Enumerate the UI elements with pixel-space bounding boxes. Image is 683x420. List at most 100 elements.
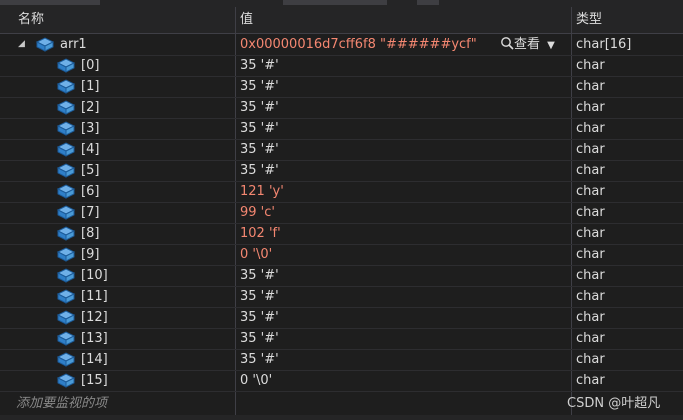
element-value[interactable]: 35 '#' — [240, 97, 279, 118]
array-element-icon — [56, 205, 76, 220]
element-type: char — [576, 184, 605, 199]
element-index: [13] — [81, 331, 108, 346]
tab-fragment[interactable] — [417, 0, 439, 5]
column-header: 名称 值 类型 — [0, 7, 683, 34]
element-index: [14] — [81, 352, 108, 367]
element-value[interactable]: 35 '#' — [240, 160, 279, 181]
element-index: [10] — [81, 268, 108, 283]
view-visualizer-label: 查看 — [514, 37, 541, 52]
element-type: char — [576, 268, 605, 283]
element-type: char — [576, 163, 605, 178]
watch-window: 名称 值 类型 ◢ arr1 0x00000016d7cff6f8 "#####… — [0, 7, 683, 420]
element-type: char — [576, 100, 605, 115]
element-index: [0] — [81, 58, 100, 73]
element-index: [3] — [81, 121, 100, 136]
watch-row-element[interactable]: [0] 35 '#' char — [0, 55, 683, 77]
tab-fragment[interactable] — [283, 0, 387, 5]
watch-row-element[interactable]: [2] 35 '#' char — [0, 97, 683, 119]
tab-fragment[interactable] — [0, 0, 100, 5]
array-element-icon — [56, 58, 76, 73]
element-index: [5] — [81, 163, 100, 178]
element-value[interactable]: 0 '\0' — [240, 370, 272, 391]
element-index: [12] — [81, 310, 108, 325]
element-value[interactable]: 35 '#' — [240, 328, 279, 349]
horizontal-scrollbar[interactable] — [0, 415, 683, 420]
watch-row-element[interactable]: [7] 99 'c' char — [0, 202, 683, 224]
element-value[interactable]: 121 'y' — [240, 181, 284, 202]
watch-row-element[interactable]: [3] 35 '#' char — [0, 118, 683, 140]
element-value[interactable]: 35 '#' — [240, 286, 279, 307]
watch-row-element[interactable]: [13] 35 '#' char — [0, 328, 683, 350]
element-index: [11] — [81, 289, 108, 304]
array-element-icon — [56, 142, 76, 157]
element-type: char — [576, 142, 605, 157]
array-element-icon — [56, 247, 76, 262]
element-type: char — [576, 289, 605, 304]
element-type: char — [576, 58, 605, 73]
variable-icon — [35, 37, 55, 52]
watch-row-element[interactable]: [10] 35 '#' char — [0, 265, 683, 287]
view-visualizer-button[interactable]: 查看 ▼ — [500, 34, 555, 55]
array-element-icon — [56, 163, 76, 178]
variable-type: char[16] — [576, 37, 632, 52]
element-type: char — [576, 205, 605, 220]
watch-row-element[interactable]: [11] 35 '#' char — [0, 286, 683, 308]
watch-row-element[interactable]: [5] 35 '#' char — [0, 160, 683, 182]
top-tab-strip — [0, 0, 683, 7]
watch-row-element[interactable]: [8] 102 'f' char — [0, 223, 683, 245]
element-value[interactable]: 99 'c' — [240, 202, 275, 223]
element-type: char — [576, 121, 605, 136]
element-type: char — [576, 373, 605, 388]
array-element-icon — [56, 331, 76, 346]
watermark: CSDN @叶超凡 — [567, 396, 661, 411]
element-value[interactable]: 102 'f' — [240, 223, 281, 244]
column-header-type[interactable]: 类型 — [576, 7, 602, 33]
element-value[interactable]: 35 '#' — [240, 349, 279, 370]
element-index: [6] — [81, 184, 100, 199]
element-value[interactable]: 35 '#' — [240, 139, 279, 160]
collapse-arrow-icon[interactable]: ◢ — [18, 34, 28, 55]
element-index: [8] — [81, 226, 100, 241]
element-type: char — [576, 226, 605, 241]
chevron-down-icon: ▼ — [547, 40, 555, 51]
array-element-icon — [56, 268, 76, 283]
watch-row-element[interactable]: [9] 0 '\0' char — [0, 244, 683, 266]
element-index: [7] — [81, 205, 100, 220]
column-header-name[interactable]: 名称 — [18, 7, 44, 33]
watch-row-element[interactable]: [15] 0 '\0' char — [0, 370, 683, 392]
element-index: [15] — [81, 373, 108, 388]
watch-row-element[interactable]: [1] 35 '#' char — [0, 76, 683, 98]
element-type: char — [576, 352, 605, 367]
variable-name: arr1 — [60, 37, 87, 52]
element-index: [9] — [81, 247, 100, 262]
variable-value[interactable]: 0x00000016d7cff6f8 "######ycf" — [240, 34, 477, 55]
array-element-icon — [56, 121, 76, 136]
element-value[interactable]: 35 '#' — [240, 307, 279, 328]
watch-row-root[interactable]: ◢ arr1 0x00000016d7cff6f8 "######ycf" 查看… — [0, 34, 683, 56]
element-value[interactable]: 0 '\0' — [240, 244, 272, 265]
column-header-value[interactable]: 值 — [240, 7, 253, 33]
element-type: char — [576, 79, 605, 94]
array-element-icon — [56, 310, 76, 325]
add-watch-placeholder[interactable]: 添加要监视的项 — [16, 393, 107, 414]
array-element-icon — [56, 79, 76, 94]
watch-row-element[interactable]: [12] 35 '#' char — [0, 307, 683, 329]
element-type: char — [576, 331, 605, 346]
element-value[interactable]: 35 '#' — [240, 118, 279, 139]
element-value[interactable]: 35 '#' — [240, 76, 279, 97]
element-index: [4] — [81, 142, 100, 157]
magnifier-icon — [501, 37, 514, 50]
watch-row-element[interactable]: [6] 121 'y' char — [0, 181, 683, 203]
element-type: char — [576, 247, 605, 262]
array-element-icon — [56, 289, 76, 304]
element-index: [1] — [81, 79, 100, 94]
array-element-icon — [56, 184, 76, 199]
element-value[interactable]: 35 '#' — [240, 265, 279, 286]
element-index: [2] — [81, 100, 100, 115]
array-element-icon — [56, 100, 76, 115]
watch-row-element[interactable]: [14] 35 '#' char — [0, 349, 683, 371]
element-value[interactable]: 35 '#' — [240, 55, 279, 76]
array-element-icon — [56, 226, 76, 241]
element-type: char — [576, 310, 605, 325]
watch-row-element[interactable]: [4] 35 '#' char — [0, 139, 683, 161]
